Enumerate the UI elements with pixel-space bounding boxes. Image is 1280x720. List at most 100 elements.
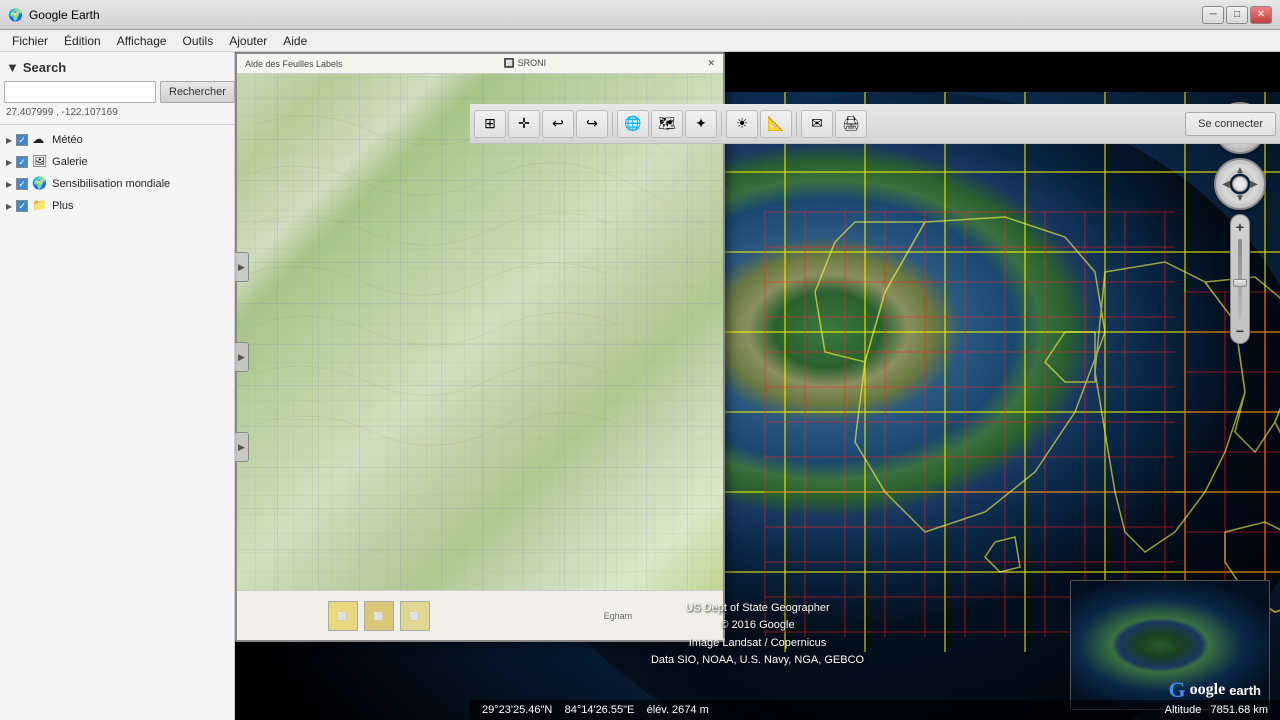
topo-map-header: Aide des Feuilles Labels 🔲 SRONI ✕ [237, 54, 723, 74]
menu-aide[interactable]: Aide [275, 32, 315, 50]
tool-email-button[interactable]: ✉ [801, 110, 833, 138]
search-label: Search [23, 60, 66, 75]
toolbar-separator-2 [721, 112, 722, 136]
tool-redo-button[interactable]: ↪ [576, 110, 608, 138]
tool-sun-button[interactable]: ☀ [726, 110, 758, 138]
menu-affichage[interactable]: Affichage [109, 32, 175, 50]
layer-expand-icon-3: ▶ [6, 180, 12, 189]
pan-down-button[interactable]: ▼ [1232, 190, 1248, 206]
altitude-value: 7851.68 km [1211, 704, 1268, 716]
menu-fichier[interactable]: Fichier [4, 32, 56, 50]
sensibilisation-icon: 🌍 [32, 176, 48, 192]
toolbar-separator-3 [796, 112, 797, 136]
attribution-line2: © 2016 Google [651, 617, 864, 635]
footer-label: Egham [604, 611, 633, 621]
titlebar-controls[interactable]: ─ □ ✕ [1202, 6, 1272, 24]
app-icon: 🌍 [8, 8, 23, 22]
layer-expand-icon: ▶ [6, 136, 12, 145]
layers-section: ▶ ✓ ☁ Météo ▶ ✓ 🖼 Galerie ▶ ✓ 🌍 Sensibil… [0, 125, 234, 720]
main-area: ▼ Search Rechercher 27.407999 , -122.107… [0, 52, 1280, 720]
search-coords: 27.407999 , -122.107169 [4, 105, 230, 120]
close-button[interactable]: ✕ [1250, 6, 1272, 24]
layer-checkbox-sensibilisation[interactable]: ✓ [16, 178, 28, 190]
status-bar: 29°23'25.46"N 84°14'26.55"E élév. 2674 m… [470, 700, 1280, 720]
side-buttons: ▶ ▶ ▶ [235, 252, 249, 462]
altitude-display: Altitude 7851.68 km [1165, 704, 1268, 716]
pan-control[interactable]: ▲ ▼ ◀ ▶ [1214, 158, 1266, 210]
footer-thumbnail-1: ⬜ [328, 601, 358, 631]
maximize-button[interactable]: □ [1226, 6, 1248, 24]
tool-sky-button[interactable]: ✦ [685, 110, 717, 138]
tool-add-button[interactable]: ✛ [508, 110, 540, 138]
tool-ruler-button[interactable]: 📐 [760, 110, 792, 138]
topo-map-content[interactable] [237, 74, 723, 590]
layer-item-plus[interactable]: ▶ ✓ 📁 Plus [4, 195, 230, 217]
search-section: ▼ Search Rechercher 27.407999 , -122.107… [0, 52, 234, 125]
topo-map-close-icon[interactable]: ✕ [707, 58, 715, 69]
menu-bar: Fichier Édition Affichage Outils Ajouter… [0, 30, 1280, 52]
toolbar-separator-1 [612, 112, 613, 136]
attribution-line3: Image Landsat / Copernicus [651, 635, 864, 653]
minimize-button[interactable]: ─ [1202, 6, 1224, 24]
galerie-icon: 🖼 [32, 154, 48, 170]
connect-button[interactable]: Se connecter [1185, 112, 1276, 136]
attribution-line4: Data SIO, NOAA, U.S. Navy, NGA, GEBCO [651, 652, 864, 670]
app-title: Google Earth [29, 8, 100, 22]
side-expand-btn-2[interactable]: ▶ [235, 342, 249, 372]
layer-item-meteo[interactable]: ▶ ✓ ☁ Météo [4, 129, 230, 151]
layer-label-galerie: Galerie [52, 156, 87, 168]
google-label-earth: earth [1229, 683, 1261, 698]
layer-label-sensibilisation: Sensibilisation mondiale [52, 178, 170, 190]
topo-map-title: Aide des Feuilles Labels [245, 59, 343, 69]
topo-map-badge: 🔲 SRONI [504, 58, 546, 69]
layer-checkbox-galerie[interactable]: ✓ [16, 156, 28, 168]
zoom-in-button[interactable]: + [1231, 219, 1249, 235]
search-arrow-icon: ▼ [6, 60, 19, 75]
layer-expand-icon-4: ▶ [6, 202, 12, 211]
menu-ajouter[interactable]: Ajouter [221, 32, 275, 50]
search-input-row: Rechercher [4, 79, 230, 105]
layer-checkbox-plus[interactable]: ✓ [16, 200, 28, 212]
map-area[interactable]: ⊞ ✛ ↩ ↪ 🌐 🗺 ✦ ☀ 📐 ✉ 🖨 Se connecter [235, 52, 1280, 720]
search-header[interactable]: ▼ Search [4, 56, 230, 79]
meteo-icon: ☁ [32, 132, 48, 148]
layer-item-sensibilisation[interactable]: ▶ ✓ 🌍 Sensibilisation mondiale [4, 173, 230, 195]
side-expand-btn-1[interactable]: ▶ [235, 252, 249, 282]
menu-outils[interactable]: Outils [175, 32, 222, 50]
layer-item-galerie[interactable]: ▶ ✓ 🖼 Galerie [4, 151, 230, 173]
title-bar: 🌍 Google Earth ─ □ ✕ [0, 0, 1280, 30]
search-button[interactable]: Rechercher [160, 81, 235, 103]
footer-thumbnail-2: ⬜ [364, 601, 394, 631]
tool-undo-button[interactable]: ↩ [542, 110, 574, 138]
attribution-line1: US Dept of State Geographer [651, 600, 864, 618]
google-label-oogle: oogle [1190, 681, 1226, 699]
layer-label-meteo: Météo [52, 134, 83, 146]
elev-display: élév. 2674 m [647, 704, 709, 716]
mini-map[interactable]: G oogle earth [1070, 580, 1270, 710]
zoom-out-button[interactable]: − [1231, 323, 1249, 339]
zoom-slider-thumb[interactable] [1233, 279, 1247, 287]
tool-map-button[interactable]: 🗺 [651, 110, 683, 138]
search-input[interactable] [4, 81, 156, 103]
altitude-label: Altitude [1165, 704, 1202, 716]
layer-expand-icon-2: ▶ [6, 158, 12, 167]
zoom-slider-track [1238, 239, 1242, 319]
layer-checkbox-meteo[interactable]: ✓ [16, 134, 28, 146]
pan-right-button[interactable]: ▶ [1246, 176, 1262, 192]
side-expand-btn-3[interactable]: ▶ [235, 432, 249, 462]
pan-left-button[interactable]: ◀ [1218, 176, 1234, 192]
tool-print-button[interactable]: 🖨 [835, 110, 867, 138]
tool-layers-button[interactable]: ⊞ [474, 110, 506, 138]
coordinates-display: 29°23'25.46"N 84°14'26.55"E élév. 2674 m [482, 704, 709, 716]
titlebar-left: 🌍 Google Earth [8, 8, 100, 22]
attribution-text: US Dept of State Geographer © 2016 Googl… [651, 600, 864, 670]
lng-display: 84°14'26.55"E [565, 704, 635, 716]
tool-earth-button[interactable]: 🌐 [617, 110, 649, 138]
left-panel: ▼ Search Rechercher 27.407999 , -122.107… [0, 52, 235, 720]
menu-edition[interactable]: Édition [56, 32, 109, 50]
footer-thumbnail-3: ⬜ [400, 601, 430, 631]
layer-label-plus: Plus [52, 200, 73, 212]
toolbar: ⊞ ✛ ↩ ↪ 🌐 🗺 ✦ ☀ 📐 ✉ 🖨 Se connecter [470, 104, 1280, 144]
zoom-control[interactable]: + − [1230, 214, 1250, 344]
lat-display: 29°23'25.46"N [482, 704, 552, 716]
